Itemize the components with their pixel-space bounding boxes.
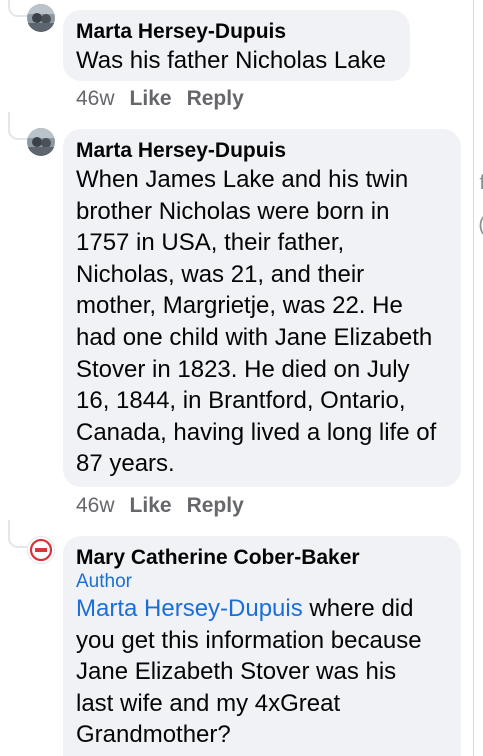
reply-button[interactable]: Reply bbox=[187, 494, 244, 517]
profile-photo-icon bbox=[27, 4, 55, 32]
profile-logo-icon bbox=[29, 538, 53, 562]
avatar[interactable] bbox=[27, 536, 55, 564]
mention-link[interactable]: Marta Hersey-Dupuis bbox=[76, 595, 303, 622]
comment-text-line: brother Nicholas were born in bbox=[76, 197, 390, 225]
author-badge: Author bbox=[76, 571, 132, 592]
comment-author[interactable]: Marta Hersey-Dupuis bbox=[76, 19, 397, 45]
comment-text-line: 87 years. bbox=[76, 450, 175, 478]
comment-text-line: mother, Margrietje, was 22. He bbox=[76, 292, 403, 320]
comment-bubble: Marta Hersey-Dupuis When James Lake and … bbox=[63, 129, 461, 487]
comment-text-line: you get this information because bbox=[76, 626, 422, 654]
edge-glyph: f bbox=[479, 172, 483, 194]
comment-text-line: Grandmother? bbox=[76, 721, 231, 749]
comment-text-line: had one child with Jane Elizabeth bbox=[76, 323, 433, 351]
comment-author[interactable]: Mary Catherine Cober-Baker bbox=[76, 545, 448, 571]
edge-glyph: ( bbox=[478, 214, 483, 237]
comment-text-line: Nicholas, was 21, and their bbox=[76, 260, 365, 288]
comment-bubble: Marta Hersey-Dupuis Was his father Nicho… bbox=[63, 10, 410, 81]
comment-text-line: Marta Hersey-Dupuis where did bbox=[76, 593, 448, 625]
comment-text: Marta Hersey-Dupuis where did you get th… bbox=[76, 593, 448, 751]
comment-text-line: Jane Elizabeth Stover was his bbox=[76, 658, 397, 686]
comment-timestamp[interactable]: 46w bbox=[76, 494, 115, 517]
comment-thread: Marta Hersey-Dupuis Was his father Nicho… bbox=[0, 0, 483, 756]
comment-timestamp[interactable]: 46w bbox=[76, 87, 115, 110]
comment-actions: 46w Like Reply bbox=[76, 86, 259, 112]
comment-text-line: last wife and my 4xGreat bbox=[76, 689, 341, 717]
avatar[interactable] bbox=[27, 128, 55, 156]
thread-connector bbox=[8, 0, 28, 17]
comment-text-line: 16, 1844, in Brantford, Ontario, bbox=[76, 387, 406, 415]
profile-photo-icon bbox=[27, 128, 55, 156]
comment-text-fragment: where did bbox=[302, 595, 414, 622]
adjacent-page-edge: f ( bbox=[473, 0, 483, 756]
like-button[interactable]: Like bbox=[130, 494, 172, 517]
comment-bubble: Mary Catherine Cober-Baker Author Marta … bbox=[63, 536, 461, 756]
avatar[interactable] bbox=[27, 4, 55, 32]
comment-text-line: Canada, having lived a long life of bbox=[76, 418, 437, 446]
comment-text-line: When James Lake and his twin bbox=[76, 166, 409, 193]
comment-text: Was his father Nicholas Lake bbox=[76, 47, 386, 74]
thread-connector bbox=[8, 112, 28, 140]
reply-button[interactable]: Reply bbox=[187, 87, 244, 110]
comment-text-line: Stover in 1823. He died on July bbox=[76, 355, 410, 383]
like-button[interactable]: Like bbox=[130, 87, 172, 110]
comment-author[interactable]: Marta Hersey-Dupuis bbox=[76, 138, 448, 164]
comment-text: When James Lake and his twin brother Nic… bbox=[76, 164, 448, 480]
comment-actions: 46w Like Reply bbox=[76, 493, 259, 519]
thread-connector bbox=[8, 520, 28, 548]
comment-text-line: 1757 in USA, their father, bbox=[76, 229, 345, 257]
